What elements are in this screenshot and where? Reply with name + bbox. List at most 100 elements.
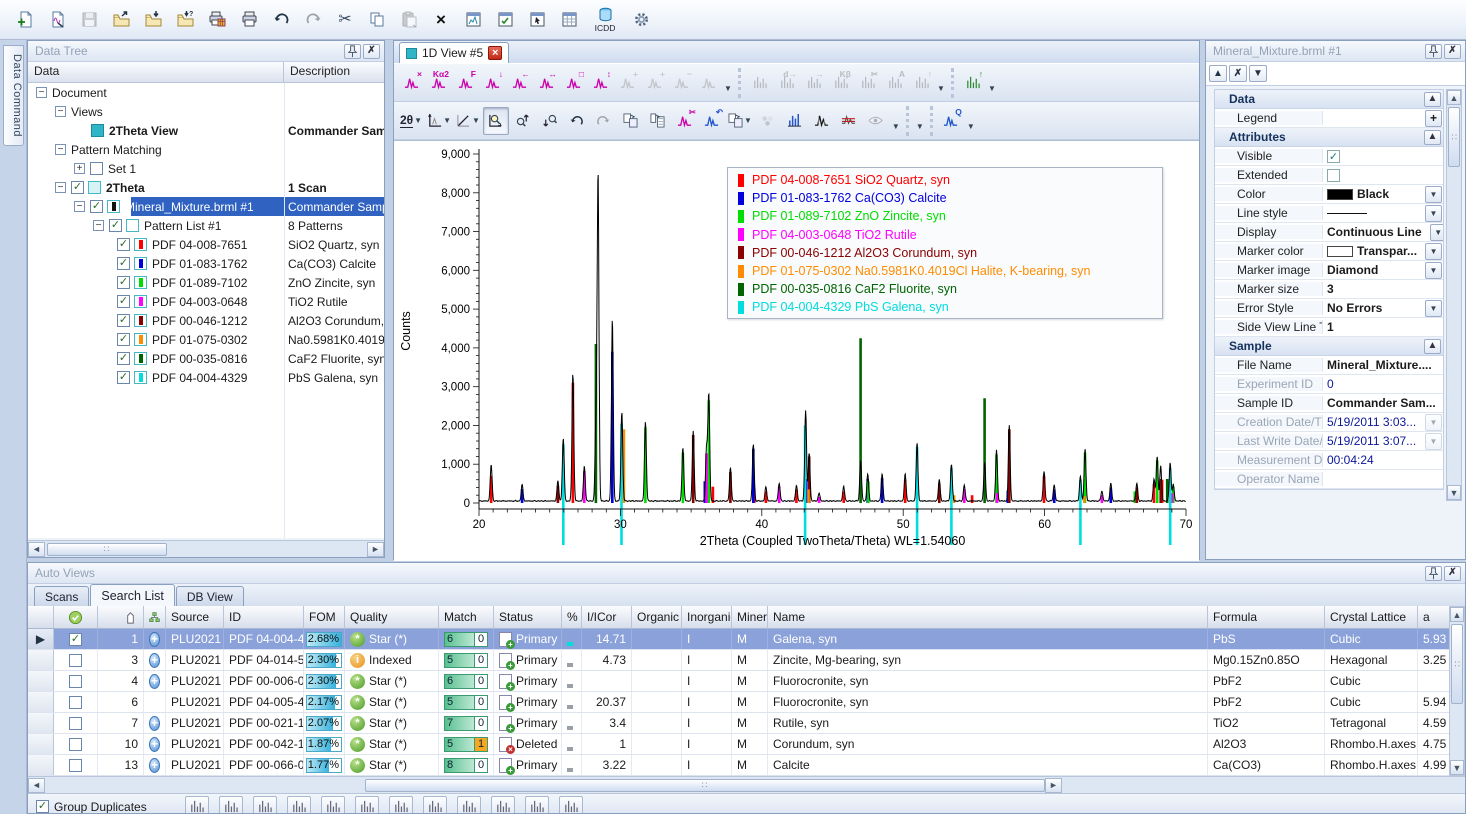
kbeta-button[interactable]: Kβ xyxy=(827,69,853,97)
save-button[interactable] xyxy=(74,4,104,36)
tree-row[interactable]: −Pattern Matching xyxy=(28,140,384,159)
cut-lines-button[interactable]: ✂ xyxy=(854,69,880,97)
add-legend-button[interactable]: + xyxy=(1425,110,1442,127)
row-checkbox-cell[interactable] xyxy=(54,734,98,754)
open-scan-button[interactable] xyxy=(42,4,72,36)
checkbox-icon[interactable]: ✓ xyxy=(36,800,49,813)
import-wizard-button[interactable]: ? xyxy=(170,4,200,36)
zoom-curve-button[interactable]: Q xyxy=(938,107,964,135)
tree-row[interactable]: ✓PDF 04-004-4329PbS Galena, syn xyxy=(28,368,384,387)
property-row[interactable]: Visible✓ xyxy=(1215,147,1443,166)
add-pattern-cell[interactable]: + xyxy=(144,629,166,649)
property-row[interactable]: Error StyleNo Errors▼ xyxy=(1215,299,1443,318)
paste-button[interactable] xyxy=(394,4,424,36)
copy-button[interactable] xyxy=(362,4,392,36)
footer-tool-button[interactable] xyxy=(389,796,413,814)
property-value[interactable]: 5/19/2011 3:07...▼ xyxy=(1323,433,1443,450)
tree-row[interactable]: ✓PDF 04-003-0648TiO2 Rutile xyxy=(28,292,384,311)
zoom-tool-button[interactable] xyxy=(483,107,509,135)
tree-checkbox[interactable]: ✓ xyxy=(117,276,130,289)
add-view-button[interactable]: + xyxy=(641,69,667,97)
property-value[interactable]: Commander Sam... xyxy=(1323,396,1443,410)
property-value[interactable]: 3 xyxy=(1323,282,1443,296)
collapse-section-icon[interactable]: ▲ xyxy=(1424,92,1441,107)
copy-view-button[interactable] xyxy=(618,107,644,135)
property-value[interactable]: Continuous Line▼ xyxy=(1323,224,1443,241)
group-duplicates-checkbox[interactable]: ✓ Group Duplicates xyxy=(36,800,147,814)
property-value[interactable] xyxy=(1323,169,1443,182)
footer-tool-button[interactable] xyxy=(253,796,277,814)
print-button[interactable] xyxy=(234,4,264,36)
table-row[interactable]: 7+PLU2021PDF 00-021-12762.07%*Star (*)70… xyxy=(28,713,1465,734)
table-vscrollbar[interactable]: ▲ ∷ ▼ xyxy=(1449,606,1465,776)
property-row[interactable]: ColorBlack▼ xyxy=(1215,185,1443,204)
tree-item-label[interactable]: Set 1 xyxy=(108,162,136,176)
property-row[interactable]: Measurement Du00:04:24 xyxy=(1215,451,1443,470)
tree-item-label[interactable]: PDF 01-075-0302 xyxy=(152,333,247,347)
close-icon[interactable]: ✗ xyxy=(1444,44,1461,59)
footer-tool-button[interactable] xyxy=(525,796,549,814)
dropdown-icon[interactable]: ▼ xyxy=(1425,433,1442,450)
pin-icon[interactable] xyxy=(344,44,361,59)
scroll-thumb[interactable]: ∷ xyxy=(365,779,1045,792)
zoom-region-button[interactable]: □ xyxy=(560,69,586,97)
y-axis-scale-dropdown[interactable]: ▼ xyxy=(425,107,453,135)
column-description[interactable]: Description xyxy=(284,62,356,82)
property-value[interactable]: + xyxy=(1323,110,1443,127)
row2b-more-dropdown[interactable]: ▼ xyxy=(914,107,925,135)
tree-item-label[interactable]: PDF 00-035-0816 xyxy=(152,352,247,366)
column-mineral[interactable]: Mineral xyxy=(732,606,768,628)
scroll-down-icon[interactable]: ▼ xyxy=(1447,485,1461,500)
dropdown-icon[interactable]: ▼ xyxy=(1425,243,1442,260)
column-name[interactable]: Name xyxy=(768,606,1208,628)
row-selector-cell[interactable] xyxy=(28,713,54,733)
tab-db-view[interactable]: DB View xyxy=(176,586,244,606)
pin-icon[interactable] xyxy=(1425,566,1442,581)
table-hscrollbar[interactable]: ◄ ∷ ► xyxy=(28,776,1465,793)
property-value[interactable]: ▼ xyxy=(1323,205,1443,222)
tab-close-icon[interactable]: × xyxy=(488,46,502,60)
column-a[interactable]: a xyxy=(1418,606,1453,628)
tree-item-label[interactable]: PDF 01-083-1762 xyxy=(152,257,247,271)
column-source[interactable]: Source xyxy=(166,606,224,628)
redo-button[interactable] xyxy=(298,4,328,36)
add-pattern-icon[interactable]: + xyxy=(149,653,160,668)
tab-search-list[interactable]: Search List xyxy=(90,584,175,606)
tree-checkbox[interactable]: ✓ xyxy=(71,181,84,194)
cluster-button[interactable] xyxy=(755,107,781,135)
data-tree-column-header[interactable]: Data Description xyxy=(28,62,384,83)
tree-checkbox[interactable]: ✓ xyxy=(117,333,130,346)
scroll-right-icon[interactable]: ► xyxy=(1045,778,1062,793)
scale-y-button[interactable]: ↕ xyxy=(587,69,613,97)
scroll-thumb[interactable]: ∷ xyxy=(47,543,167,556)
property-value[interactable]: ✓ xyxy=(1323,150,1443,163)
print-report-button[interactable] xyxy=(202,4,232,36)
property-row[interactable]: Extended xyxy=(1215,166,1443,185)
delete-button[interactable]: × xyxy=(426,4,456,36)
column-quality[interactable]: Quality xyxy=(345,606,439,628)
tree-item-label[interactable]: PDF 04-004-4329 xyxy=(152,371,247,385)
tree-checkbox[interactable]: ✓ xyxy=(117,238,130,251)
stretch-x-button[interactable]: ↔ xyxy=(533,69,559,97)
data-command-tab[interactable]: Data Command xyxy=(3,45,24,146)
property-checkbox[interactable] xyxy=(1327,169,1340,182)
lock-lines-button[interactable]: A xyxy=(881,69,907,97)
tree-checkbox[interactable]: ✓ xyxy=(90,200,103,213)
footer-tool-button[interactable] xyxy=(491,796,515,814)
row2c-more-dropdown[interactable]: ▼ xyxy=(965,107,976,135)
add-overlay-button[interactable]: + xyxy=(614,69,640,97)
section-header[interactable]: Attributes▲ xyxy=(1215,128,1443,147)
dropdown-icon[interactable]: ▼ xyxy=(1425,414,1442,431)
property-row[interactable]: Line style▼ xyxy=(1215,204,1443,223)
column-row-selector[interactable] xyxy=(28,606,54,628)
property-row[interactable]: Operator Name xyxy=(1215,470,1443,489)
row-checkbox-cell[interactable]: ✓ xyxy=(54,629,98,649)
scroll-down-button[interactable]: ▼ xyxy=(1249,65,1267,82)
column-fom[interactable]: FOM xyxy=(304,606,345,628)
property-row[interactable]: Sample IDCommander Sam... xyxy=(1215,394,1443,413)
column--[interactable]: % xyxy=(562,606,582,628)
shift-left-button[interactable]: ← xyxy=(506,69,532,97)
tree-item-label[interactable]: PDF 01-089-7102 xyxy=(152,276,247,290)
footer-tool-button[interactable] xyxy=(457,796,481,814)
property-row[interactable]: Marker colorTranspar...▼ xyxy=(1215,242,1443,261)
